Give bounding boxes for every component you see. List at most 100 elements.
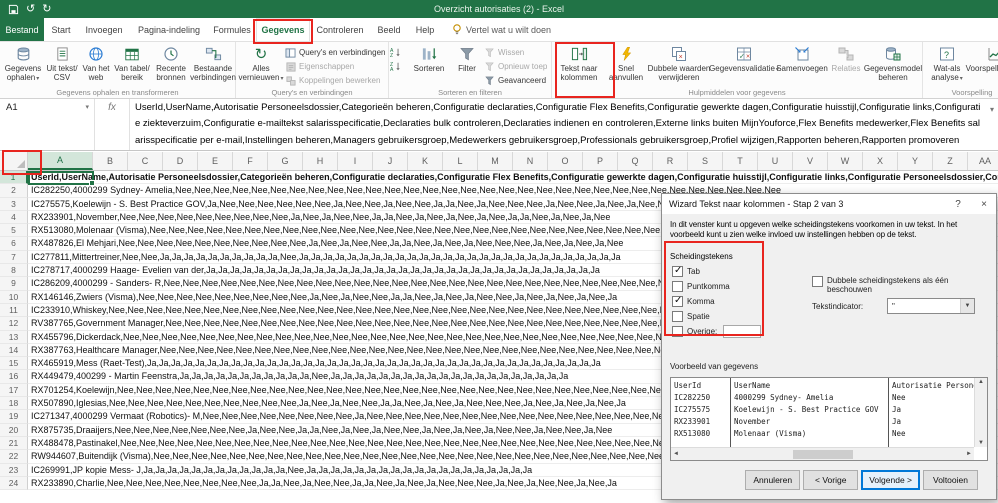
advanced-filter-button[interactable]: Geavanceerd — [484, 74, 550, 87]
column-header[interactable]: Y — [898, 152, 933, 170]
semicolon-checkbox[interactable] — [672, 281, 683, 292]
undo-icon[interactable]: ↺ — [26, 4, 35, 15]
cancel-button[interactable]: Annuleren — [745, 470, 800, 490]
tab-beeld[interactable]: Beeld — [370, 18, 408, 41]
save-icon[interactable] — [8, 4, 19, 15]
row-number[interactable]: 8 — [0, 264, 28, 277]
select-all-corner[interactable] — [0, 152, 28, 170]
forecast-sheet-button[interactable]: Voorspellingblad — [970, 43, 998, 89]
row-number[interactable]: 16 — [0, 370, 28, 383]
row-number[interactable]: 12 — [0, 317, 28, 330]
row-number[interactable]: 5 — [0, 224, 28, 237]
tab-bestand[interactable]: Bestand — [0, 18, 44, 41]
tab-start[interactable]: Start — [44, 18, 78, 41]
sort-button[interactable]: Sorteren — [408, 43, 450, 89]
row-number[interactable]: 20 — [0, 424, 28, 437]
row-number[interactable]: 24 — [0, 477, 28, 490]
row-number[interactable]: 15 — [0, 357, 28, 370]
row-number[interactable]: 23 — [0, 464, 28, 477]
column-header[interactable]: D — [163, 152, 198, 170]
delimiter-spatie[interactable]: Spatie — [672, 309, 761, 324]
existing-connections-button[interactable]: Bestaande verbindingen — [191, 43, 235, 89]
chevron-down-icon[interactable]: ▾ — [85, 103, 89, 111]
formula-expand-icon[interactable]: ▾ — [990, 102, 994, 118]
column-header[interactable]: AA — [968, 152, 998, 170]
text-qualifier-select[interactable]: " ▼ — [887, 298, 975, 314]
manage-data-model-button[interactable]: Gegevensmodel beheren — [865, 43, 921, 89]
row-number[interactable]: 14 — [0, 344, 28, 357]
close-icon[interactable]: × — [972, 194, 996, 214]
chevron-down-icon[interactable]: ▼ — [960, 299, 974, 313]
scroll-down-icon[interactable]: ▼ — [978, 440, 984, 446]
refresh-all-button[interactable]: ↻ Alles vernieuwen▾ — [237, 43, 285, 89]
delimiter-tab[interactable]: Tab — [672, 264, 761, 279]
treat-consecutive-checkbox[interactable] — [812, 276, 823, 287]
column-header[interactable]: W — [828, 152, 863, 170]
row-number[interactable]: 11 — [0, 304, 28, 317]
column-header[interactable]: L — [443, 152, 478, 170]
help-icon[interactable]: ? — [946, 194, 970, 214]
tab-pagina-indeling[interactable]: Pagina-indeling — [130, 18, 208, 41]
other-delimiter-input[interactable] — [723, 325, 761, 338]
row-number[interactable]: 4 — [0, 211, 28, 224]
row-number[interactable]: 3 — [0, 198, 28, 211]
preview-vertical-scrollbar[interactable]: ▲ ▼ — [974, 378, 987, 447]
row-content[interactable]: UserId,UserName,Autorisatie Personeelsdo… — [28, 171, 998, 184]
flash-fill-button[interactable]: Snel aanvullen — [605, 43, 647, 89]
column-header[interactable]: V — [793, 152, 828, 170]
from-web-button[interactable]: Van het web — [79, 43, 113, 89]
row-number[interactable]: 21 — [0, 437, 28, 450]
column-header[interactable]: Q — [618, 152, 653, 170]
tab-formules[interactable]: Formules — [208, 18, 256, 41]
other-checkbox[interactable] — [672, 326, 683, 337]
delimiter-puntkomma[interactable]: Puntkomma — [672, 279, 761, 294]
column-header[interactable]: C — [128, 152, 163, 170]
column-header[interactable]: E — [198, 152, 233, 170]
row-number[interactable]: 7 — [0, 251, 28, 264]
column-header[interactable]: N — [513, 152, 548, 170]
row-number[interactable]: 19 — [0, 410, 28, 423]
from-table-range-button[interactable]: Van tabel/ bereik — [113, 43, 151, 89]
redo-icon[interactable]: ↻ — [42, 4, 51, 15]
remove-duplicates-button[interactable]: × Dubbele waarden verwijderen — [647, 43, 711, 89]
space-checkbox[interactable] — [672, 311, 683, 322]
scroll-up-icon[interactable]: ▲ — [978, 379, 984, 385]
filter-button[interactable]: Filter — [450, 43, 484, 89]
tell-me-box[interactable]: Vertel wat u wilt doen — [442, 18, 561, 41]
column-header[interactable]: X — [863, 152, 898, 170]
tab-controleren[interactable]: Controleren — [310, 18, 370, 41]
formula-input[interactable]: UserId,UserName,Autorisatie Personeelsdo… — [130, 99, 998, 150]
sort-descending-button[interactable]: ZA — [390, 60, 408, 73]
finish-button[interactable]: Voltooien — [923, 470, 978, 490]
row-number[interactable]: 17 — [0, 384, 28, 397]
column-header[interactable]: J — [373, 152, 408, 170]
column-header[interactable]: S — [688, 152, 723, 170]
delimiter-komma[interactable]: Komma — [672, 294, 761, 309]
get-data-button[interactable]: Gegevens ophalen▾ — [1, 43, 45, 89]
scroll-left-icon[interactable]: ◄ — [673, 451, 679, 457]
what-if-button[interactable]: ? Wat-als analyse▾ — [924, 43, 970, 89]
column-header[interactable]: P — [583, 152, 618, 170]
from-text-csv-button[interactable]: Uit tekst/ CSV — [45, 43, 79, 89]
sheet-row[interactable]: 1 UserId,UserName,Autorisatie Personeels… — [0, 171, 998, 184]
queries-connections-button[interactable]: Query's en verbindingen — [285, 46, 387, 59]
row-number[interactable]: 1 — [0, 171, 28, 184]
tab-help[interactable]: Help — [408, 18, 442, 41]
row-number[interactable]: 9 — [0, 277, 28, 290]
preview-horizontal-scrollbar[interactable]: ◄ ► — [671, 447, 974, 460]
row-number[interactable]: 2 — [0, 184, 28, 197]
comma-checkbox[interactable] — [672, 296, 683, 307]
data-validation-button[interactable]: ✓× Gegevensvalidatie▾ — [711, 43, 777, 89]
delimiter-overige[interactable]: Overige: — [672, 324, 761, 339]
sort-ascending-button[interactable]: AZ — [390, 46, 408, 59]
tab-checkbox[interactable] — [672, 266, 683, 277]
insert-function-button[interactable]: fx — [95, 99, 130, 150]
column-header[interactable]: I — [338, 152, 373, 170]
column-header[interactable]: B — [93, 152, 128, 170]
tab-invoegen[interactable]: Invoegen — [78, 18, 130, 41]
column-header[interactable]: Z — [933, 152, 968, 170]
column-header[interactable]: R — [653, 152, 688, 170]
row-number[interactable]: 13 — [0, 331, 28, 344]
tab-gegevens[interactable]: Gegevens — [256, 18, 310, 41]
column-header[interactable]: G — [268, 152, 303, 170]
